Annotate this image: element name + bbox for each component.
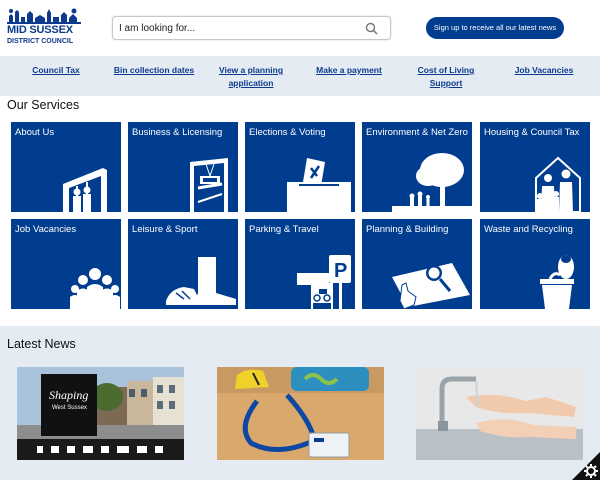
town-hall-people-icon: [63, 168, 107, 212]
quicklink-cost-of-living[interactable]: Cost of Living Support: [410, 64, 482, 90]
service-tile-about-us[interactable]: About Us: [11, 122, 121, 212]
quicklink-planning-application[interactable]: View a planning application: [211, 64, 291, 90]
logo-name: MID SUSSEX: [7, 24, 73, 36]
news-caption-subtitle: West Sussex: [52, 405, 87, 411]
search-box: [112, 16, 391, 40]
plan-magnifier-icon: [392, 263, 470, 309]
cookie-settings-gear-icon[interactable]: [572, 452, 600, 480]
house-family-icon: [535, 156, 581, 212]
quick-links-bar: Council Tax Bin collection dates View a …: [0, 56, 600, 96]
quicklink-job-vacancies[interactable]: Job Vacancies: [507, 64, 581, 77]
news-item-lanyard[interactable]: [217, 367, 384, 460]
shaping-caption-box: Shaping West Sussex: [41, 374, 97, 436]
newsletter-signup-button[interactable]: Sign up to receive all our latest news: [426, 17, 564, 39]
service-tile-job-vacancies[interactable]: Job Vacancies: [11, 219, 121, 309]
search-icon[interactable]: [365, 22, 378, 35]
ballot-box-icon: [287, 158, 351, 212]
quicklink-bin-collection[interactable]: Bin collection dates: [108, 64, 200, 77]
site-header: MID SUSSEX DISTRICT COUNCIL Sign up to r…: [0, 0, 600, 56]
shop-open-sign-icon: [190, 158, 228, 212]
svg-text:P: P: [334, 260, 347, 282]
quicklink-make-payment[interactable]: Make a payment: [309, 64, 389, 77]
service-tile-business-licensing[interactable]: Business & Licensing: [128, 122, 238, 212]
parking-sign-icon: P: [297, 255, 351, 309]
search-input[interactable]: [119, 20, 359, 37]
skyline-logo-icon: [7, 8, 81, 24]
council-logo[interactable]: MID SUSSEX DISTRICT COUNCIL: [7, 8, 81, 48]
news-caption-title: Shaping: [49, 388, 89, 402]
service-tile-planning-building[interactable]: Planning & Building: [362, 219, 472, 309]
news-item-tap-water[interactable]: [416, 367, 583, 460]
trainer-boot-icon: [166, 257, 236, 305]
group-people-icon: [70, 268, 120, 309]
news-heading: Latest News: [7, 337, 76, 351]
service-tile-parking-travel[interactable]: Parking & Travel P: [245, 219, 355, 309]
news-item-shaping-west-sussex[interactable]: Shaping West Sussex: [17, 367, 184, 460]
tap-hands-image: [416, 367, 583, 460]
service-tile-waste-recycling[interactable]: Waste and Recycling: [480, 219, 590, 309]
logo-subtitle: DISTRICT COUNCIL: [7, 38, 74, 45]
service-tile-environment[interactable]: Environment & Net Zero: [362, 122, 472, 212]
lanyard-shoes-image: [217, 367, 384, 460]
tree-family-icon: [392, 153, 472, 212]
quicklink-council-tax[interactable]: Council Tax: [24, 64, 88, 77]
service-tile-elections-voting[interactable]: Elections & Voting: [245, 122, 355, 212]
services-heading: Our Services: [7, 98, 80, 112]
recycling-bin-icon: [540, 255, 574, 309]
service-tile-leisure-sport[interactable]: Leisure & Sport: [128, 219, 238, 309]
service-tile-housing[interactable]: Housing & Council Tax: [480, 122, 590, 212]
